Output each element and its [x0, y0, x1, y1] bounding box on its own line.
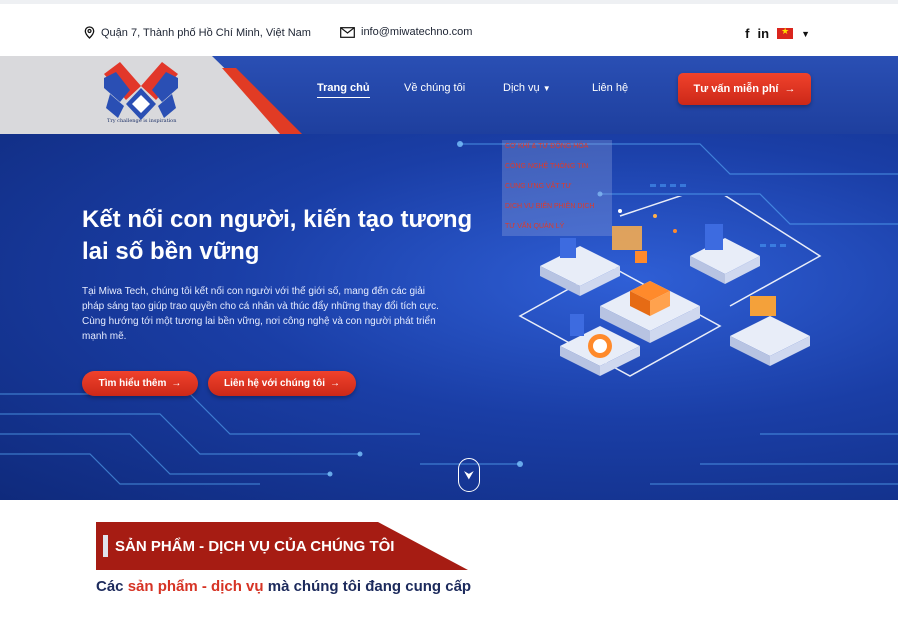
arrow-right-icon: →	[171, 378, 182, 389]
linkedin-icon[interactable]: in	[758, 26, 770, 41]
mail-icon	[340, 26, 355, 38]
free-consult-label: Tư vấn miễn phí	[693, 83, 779, 95]
email[interactable]: info@miwatechno.com	[340, 26, 472, 38]
learn-more-label: Tìm hiểu thêm	[98, 378, 167, 389]
facebook-icon[interactable]: f	[745, 26, 749, 41]
arrow-right-icon: →	[784, 83, 796, 95]
nav-services[interactable]: Dịch vụ ▼	[503, 82, 551, 94]
contact-us-label: Liên hệ với chúng tôi	[223, 378, 325, 389]
dropdown-item-mechanical[interactable]: CƠ KHÍ & TỰ ĐỘNG HÓA	[505, 143, 588, 150]
contact-us-button[interactable]: Liên hệ với chúng tôi →	[208, 371, 356, 396]
email-link[interactable]: info@miwatechno.com	[361, 26, 472, 38]
nav-home[interactable]: Trang chủ	[317, 82, 370, 98]
services-dropdown: CƠ KHÍ & TỰ ĐỘNG HÓA CÔNG NGHỆ THÔNG TIN…	[502, 140, 612, 236]
social-links: f in ▼	[745, 26, 810, 41]
scroll-down-button[interactable]: ⮟	[458, 458, 480, 492]
address-text: Quận 7, Thành phố Hồ Chí Minh, Việt Nam	[101, 26, 311, 39]
learn-more-button[interactable]: Tìm hiểu thêm →	[82, 371, 198, 396]
nav-services-label: Dịch vụ	[503, 82, 540, 94]
hero-description: Tại Miwa Tech, chúng tôi kết nối con ngư…	[82, 286, 439, 342]
vietnam-flag-icon[interactable]	[777, 26, 794, 39]
location-pin-icon	[84, 26, 95, 39]
contact-bar: Quận 7, Thành phố Hồ Chí Minh, Việt Nam …	[0, 0, 898, 56]
dropdown-item-supply[interactable]: CUNG ỨNG VẬT TƯ	[505, 183, 572, 190]
subtitle-highlight: sản phẩm - dịch vụ	[127, 578, 264, 595]
subtitle-post: mà chúng tôi đang cung cấp	[267, 578, 472, 595]
section-subtitle: Các sản phẩm - dịch vụ mà chúng tôi đang…	[96, 578, 471, 595]
free-consult-button[interactable]: Tư vấn miễn phí →	[678, 73, 811, 105]
hero-title: Kết nối con người, kiến tạo tương lai số…	[82, 206, 473, 265]
miwa-logo[interactable]	[102, 60, 180, 126]
page: Quận 7, Thành phố Hồ Chí Minh, Việt Nam …	[0, 0, 898, 632]
address: Quận 7, Thành phố Hồ Chí Minh, Việt Nam	[84, 26, 311, 39]
nav-about[interactable]: Về chúng tôi	[404, 82, 465, 94]
logo-tagline: Try challenge is inspiration	[107, 118, 177, 124]
section-banner-bar	[103, 535, 108, 557]
section-title: SẢN PHẨM - DỊCH VỤ CỦA CHÚNG TÔI	[115, 538, 395, 555]
arrow-right-icon: →	[330, 378, 340, 389]
language-caret-icon[interactable]: ▼	[801, 29, 810, 39]
dropdown-item-consulting[interactable]: TƯ VẤN QUẢN LÝ	[505, 223, 564, 230]
subtitle-pre: Các	[96, 578, 124, 595]
dropdown-item-it[interactable]: CÔNG NGHỆ THÔNG TIN	[505, 163, 588, 170]
nav-contact[interactable]: Liên hệ	[592, 82, 628, 94]
chevron-down-icon: ▼	[542, 84, 551, 93]
dropdown-item-translation[interactable]: DỊCH VỤ BIÊN PHIÊN DỊCH	[505, 203, 594, 210]
chevron-down-icon: ⮟	[463, 467, 475, 482]
